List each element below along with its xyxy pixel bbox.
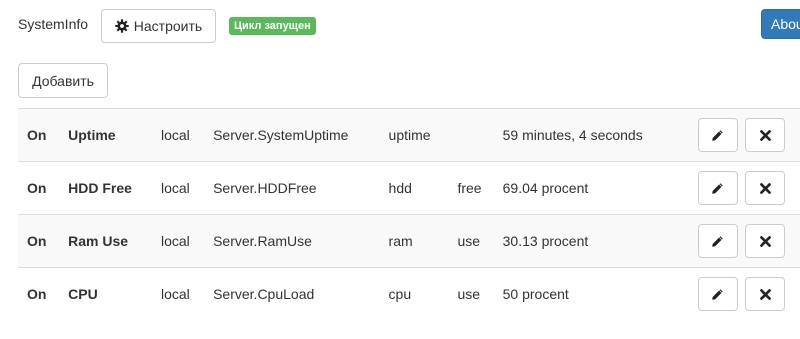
- host-cell: local: [161, 161, 214, 215]
- delete-button[interactable]: [745, 171, 786, 205]
- state-cell: On: [18, 108, 69, 162]
- actions-cell: [697, 108, 800, 162]
- services-table: On Uptime local Server.SystemUptime upti…: [18, 108, 800, 320]
- param-cell: [457, 108, 503, 162]
- close-icon: [760, 235, 771, 247]
- actions-cell: [697, 161, 800, 215]
- state-cell: On: [18, 214, 69, 268]
- actions-cell: [697, 214, 800, 268]
- param-cell: use: [457, 267, 503, 320]
- edit-button[interactable]: [697, 277, 738, 311]
- table-row: On HDD Free local Server.HDDFree hdd fre…: [18, 161, 800, 215]
- name-cell: CPU: [68, 267, 161, 320]
- function-cell: Server.SystemUptime: [213, 108, 389, 162]
- param-cell: use: [457, 214, 503, 268]
- name-cell: HDD Free: [68, 161, 161, 215]
- param-cell: free: [457, 161, 503, 215]
- actions-cell: [697, 267, 800, 320]
- edit-button[interactable]: [697, 118, 738, 152]
- alias-cell: cpu: [388, 267, 458, 320]
- configure-button[interactable]: Настроить: [101, 9, 216, 43]
- about-button[interactable]: About: [761, 9, 800, 39]
- value-cell: 30.13 procent: [502, 214, 698, 268]
- close-icon: [760, 129, 771, 141]
- pencil-icon: [712, 129, 723, 141]
- pencil-icon: [712, 182, 723, 194]
- table-row: On CPU local Server.CpuLoad cpu use 50 p…: [18, 267, 800, 320]
- function-cell: Server.HDDFree: [213, 161, 389, 215]
- add-button[interactable]: Добавить: [18, 63, 108, 98]
- edit-button[interactable]: [697, 171, 738, 205]
- host-cell: local: [161, 267, 214, 320]
- name-cell: Ram Use: [68, 214, 161, 268]
- delete-button[interactable]: [745, 277, 786, 311]
- close-icon: [760, 288, 771, 300]
- delete-button[interactable]: [745, 224, 786, 258]
- edit-button[interactable]: [697, 224, 738, 258]
- status-badge: Цикл запущен: [229, 17, 316, 35]
- function-cell: Server.RamUse: [213, 214, 389, 268]
- host-cell: local: [161, 214, 214, 268]
- alias-cell: uptime: [388, 108, 458, 162]
- table-row: On Ram Use local Server.RamUse ram use 3…: [18, 214, 800, 268]
- table-row: On Uptime local Server.SystemUptime upti…: [18, 108, 800, 162]
- name-cell: Uptime: [68, 108, 161, 162]
- value-cell: 59 minutes, 4 seconds: [502, 108, 698, 162]
- close-icon: [760, 182, 771, 194]
- alias-cell: ram: [388, 214, 458, 268]
- function-cell: Server.CpuLoad: [213, 267, 389, 320]
- configure-label: Настроить: [133, 18, 203, 34]
- delete-button[interactable]: [745, 118, 786, 152]
- gear-icon: [115, 19, 129, 33]
- alias-cell: hdd: [388, 161, 458, 215]
- state-cell: On: [18, 267, 69, 320]
- value-cell: 50 procent: [502, 267, 698, 320]
- value-cell: 69.04 procent: [502, 161, 698, 215]
- host-cell: local: [161, 108, 214, 162]
- app-title: SystemInfo: [18, 16, 89, 32]
- pencil-icon: [712, 288, 723, 300]
- state-cell: On: [18, 161, 69, 215]
- top-bar: SystemInfo Настроить Цикл запущен About: [0, 0, 800, 52]
- pencil-icon: [712, 235, 723, 247]
